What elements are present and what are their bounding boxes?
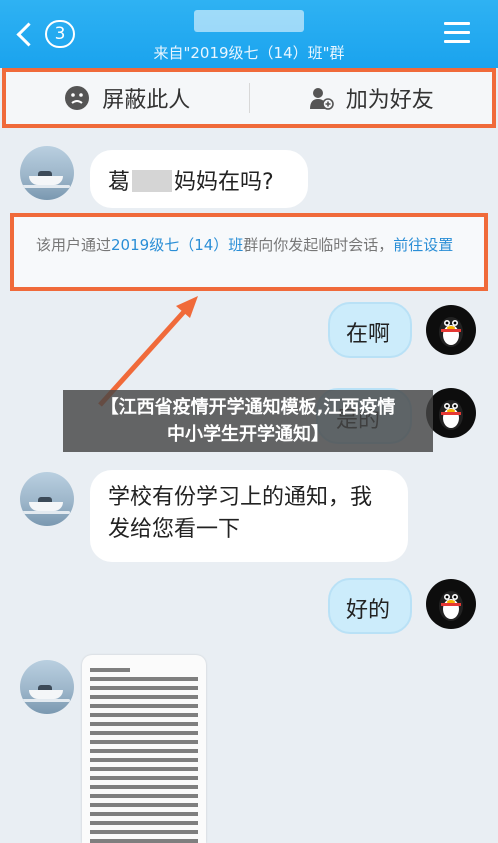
add-friend-icon (309, 88, 334, 110)
outgoing-message-bubble[interactable]: 在啊 (328, 302, 412, 358)
chat-subtitle: 来自"2019级七（14）班"群 (153, 44, 345, 62)
own-avatar-3[interactable] (426, 579, 476, 629)
goto-settings-link[interactable]: 前往设置 (393, 236, 453, 254)
penguin-icon (439, 400, 463, 430)
notice-text-mid: 群向你发起临时会话， (243, 236, 394, 254)
own-avatar-2[interactable] (426, 388, 476, 438)
group-link[interactable]: 2019级七（14）班 (111, 236, 243, 254)
temp-session-notice: 该用户通过2019级七（14）班群向你发起临时会话，前往设置 (10, 213, 488, 291)
incoming-message-bubble[interactable]: 葛 妈妈在吗? (90, 150, 308, 208)
penguin-icon (439, 591, 463, 621)
unread-count-badge: 3 (45, 20, 75, 48)
incoming-message-bubble-2[interactable]: 学校有份学习上的通知，我 发给您看一下 (90, 470, 408, 562)
blurred-name (132, 170, 173, 192)
block-user-button[interactable]: 屏蔽此人 (6, 72, 249, 124)
chat-header: 3 来自"2019级七（14）班"群 (0, 0, 498, 68)
message-text-suffix: 妈妈在吗? (174, 170, 274, 195)
block-icon (65, 86, 90, 110)
block-user-label: 屏蔽此人 (102, 88, 191, 113)
chat-title: 来自"2019级七（14）班"群 (120, 10, 378, 63)
outgoing-message-text: 在啊 (346, 322, 391, 347)
own-avatar[interactable] (426, 305, 476, 355)
penguin-icon (439, 317, 463, 347)
temp-chat-action-bar: 屏蔽此人 加为好友 (2, 68, 496, 128)
caption-line-1: 【江西省疫情开学通知模板,江西疫情 (100, 397, 396, 418)
back-button[interactable]: 3 (14, 18, 75, 50)
sender-avatar[interactable] (20, 146, 74, 200)
notice-text: 该用户通过 (36, 236, 112, 254)
message-text-prefix: 葛 (108, 170, 131, 195)
caption-line-2: 中小学生开学通知】 (167, 424, 329, 445)
outgoing-message-text-3: 好的 (346, 598, 391, 623)
article-title-overlay: 【江西省疫情开学通知模板,江西疫情 中小学生开学通知】 (63, 390, 433, 452)
add-friend-label: 加为好友 (345, 88, 434, 113)
chevron-left-icon (16, 21, 41, 47)
sender-avatar-3[interactable] (20, 660, 74, 714)
sender-avatar-2[interactable] (20, 472, 74, 526)
add-friend-button[interactable]: 加为好友 (250, 72, 493, 124)
message-line-2: 发给您看一下 (108, 517, 241, 542)
menu-icon[interactable] (444, 22, 470, 49)
message-line-1: 学校有份学习上的通知，我 (108, 485, 373, 510)
outgoing-message-bubble-3[interactable]: 好的 (328, 578, 412, 634)
notice-document-image[interactable] (82, 655, 206, 843)
blurred-contact-name (194, 10, 304, 32)
